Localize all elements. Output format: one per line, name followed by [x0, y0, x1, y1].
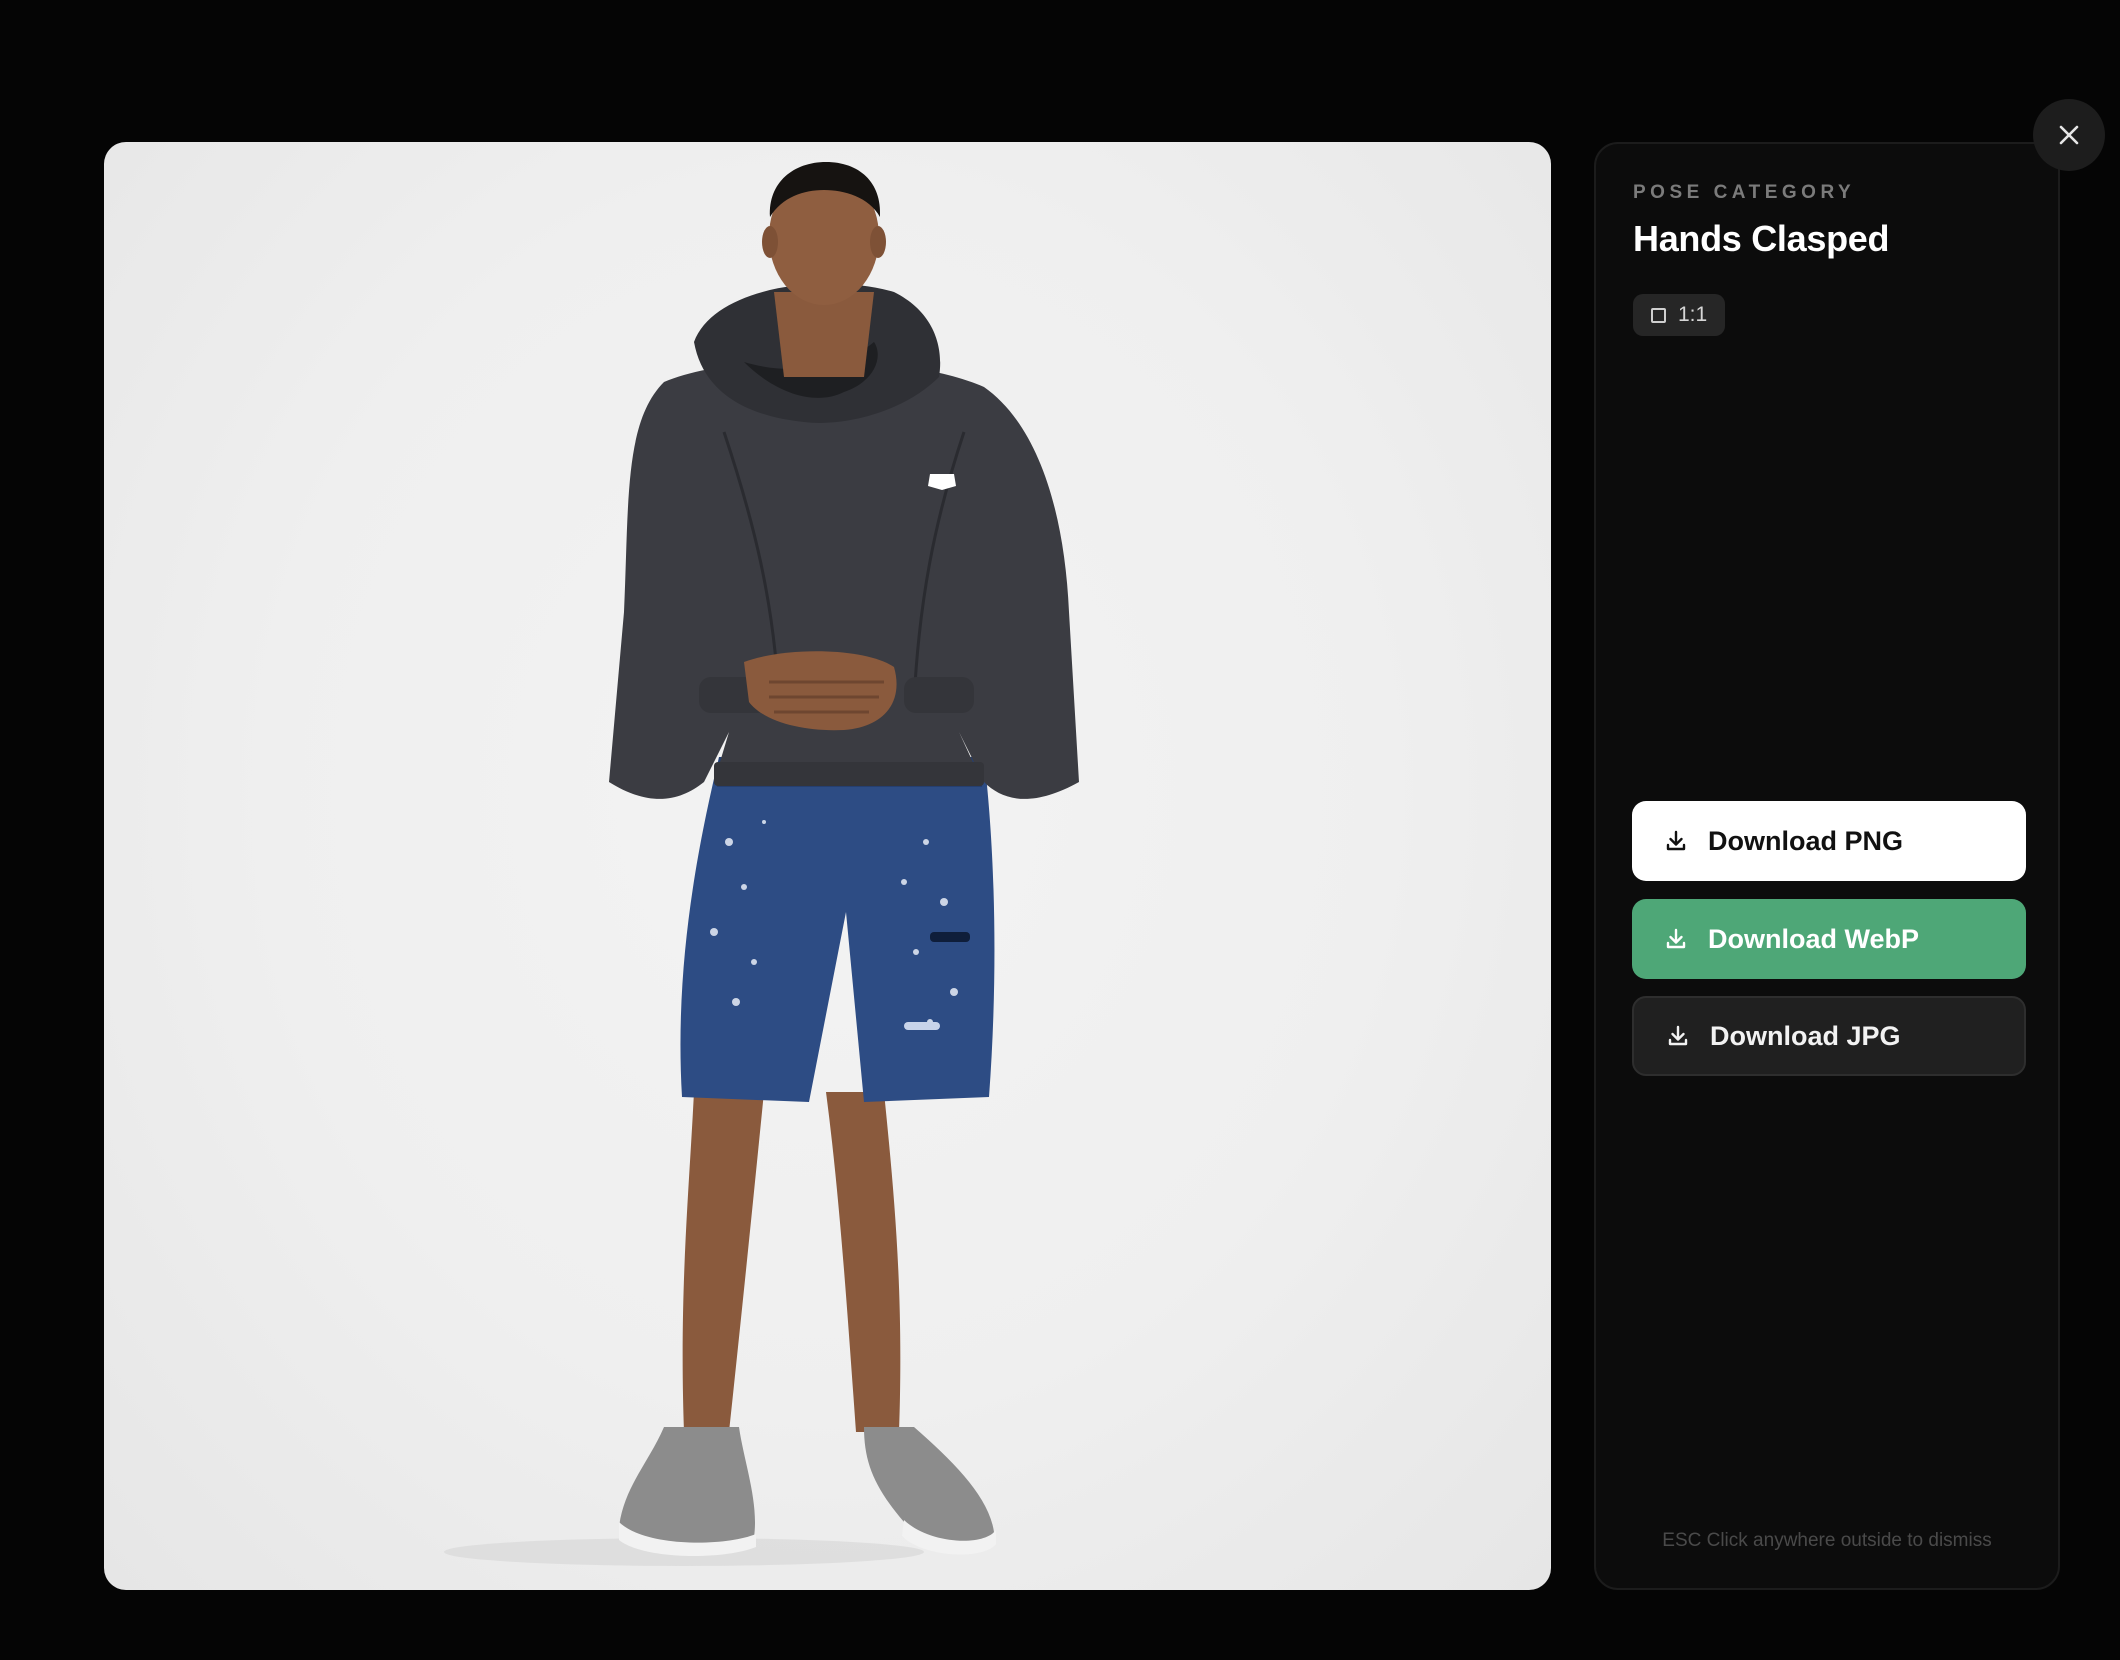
close-icon	[2059, 125, 2079, 145]
download-icon	[1666, 928, 1686, 949]
modal-backdrop[interactable]: POSE CATEGORY Hands Clasped 1:1 Download…	[0, 0, 2120, 1660]
close-button[interactable]	[2033, 99, 2105, 171]
download-png-button[interactable]: Download PNG	[1632, 801, 2026, 881]
model-photo	[444, 162, 1079, 1566]
download-png-label: Download PNG	[1708, 825, 1903, 856]
download-icon	[1666, 830, 1686, 851]
preview-image	[104, 142, 1551, 1590]
download-jpg-label: Download JPG	[1710, 1020, 1901, 1051]
square-icon	[1651, 307, 1666, 323]
download-jpg-button[interactable]: Download JPG	[1632, 996, 2026, 1076]
download-webp-label: Download WebP	[1708, 923, 1920, 954]
download-icon	[1668, 1025, 1688, 1046]
aspect-ratio-label: 1:1	[1678, 303, 1708, 326]
download-webp-button[interactable]: Download WebP	[1632, 899, 2026, 979]
pose-title: Hands Clasped	[1633, 218, 1890, 259]
dismiss-hint: ESC Click anywhere outside to dismiss	[1662, 1530, 1992, 1551]
aspect-ratio-badge: 1:1	[1633, 294, 1726, 336]
image-details-panel: POSE CATEGORY Hands Clasped 1:1 Download…	[1594, 142, 2060, 1590]
pose-category-label: POSE CATEGORY	[1633, 182, 1856, 203]
